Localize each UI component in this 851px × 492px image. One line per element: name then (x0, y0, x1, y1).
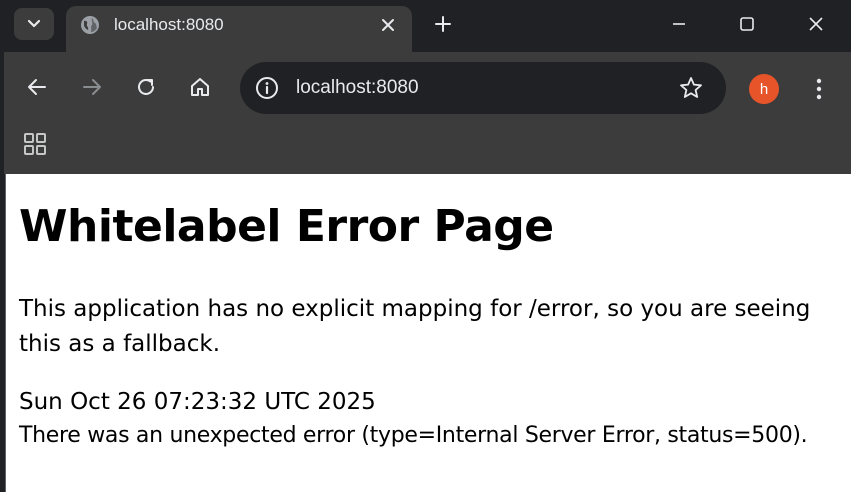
reload-icon (138, 78, 154, 95)
error-message-line-2: this as a fallback. (19, 331, 221, 357)
page-content: Whitelabel Error Page This application h… (5, 174, 851, 492)
new-tab-button[interactable] (431, 12, 455, 36)
forward-button[interactable] (79, 74, 105, 100)
plus-icon (435, 16, 451, 32)
maximize-icon (740, 17, 754, 31)
apps-grid-icon[interactable] (22, 131, 48, 157)
close-window-button[interactable] (804, 12, 828, 36)
chevron-down-icon (27, 19, 41, 28)
minimize-button[interactable] (667, 12, 691, 36)
page-title: Whitelabel Error Page (19, 201, 554, 252)
home-button[interactable] (187, 74, 213, 100)
active-tab[interactable]: localhost:8080 (66, 6, 412, 52)
tab-close-button[interactable] (377, 14, 399, 36)
close-icon (382, 19, 394, 31)
error-detail: There was an unexpected error (type=Inte… (19, 423, 808, 448)
error-message: This application has no explicit mapping… (19, 292, 829, 362)
bookmarks-bar (4, 124, 851, 174)
tab-strip: localhost:8080 (0, 0, 851, 52)
tab-search-button[interactable] (14, 8, 54, 40)
arrow-left-icon (28, 79, 46, 95)
close-icon (809, 17, 823, 31)
reload-button[interactable] (133, 74, 159, 100)
bookmark-star-icon[interactable] (678, 75, 704, 101)
url-text[interactable]: localhost:8080 (296, 76, 419, 100)
minimize-icon (673, 23, 685, 25)
arrow-right-icon (83, 79, 101, 95)
menu-button[interactable] (807, 74, 831, 104)
tab-title: localhost:8080 (114, 15, 224, 34)
profile-avatar[interactable]: h (749, 74, 779, 104)
maximize-button[interactable] (735, 12, 759, 36)
error-timestamp: Sun Oct 26 07:23:32 UTC 2025 (19, 389, 376, 415)
site-info-icon[interactable] (254, 75, 280, 101)
error-message-line-1: This application has no explicit mapping… (19, 296, 811, 322)
home-icon (191, 78, 209, 96)
browser-toolbar: localhost:8080 h (4, 52, 851, 124)
back-button[interactable] (24, 74, 50, 100)
globe-icon (81, 16, 99, 34)
more-vert-icon (816, 78, 822, 100)
address-bar[interactable]: localhost:8080 (240, 62, 726, 114)
